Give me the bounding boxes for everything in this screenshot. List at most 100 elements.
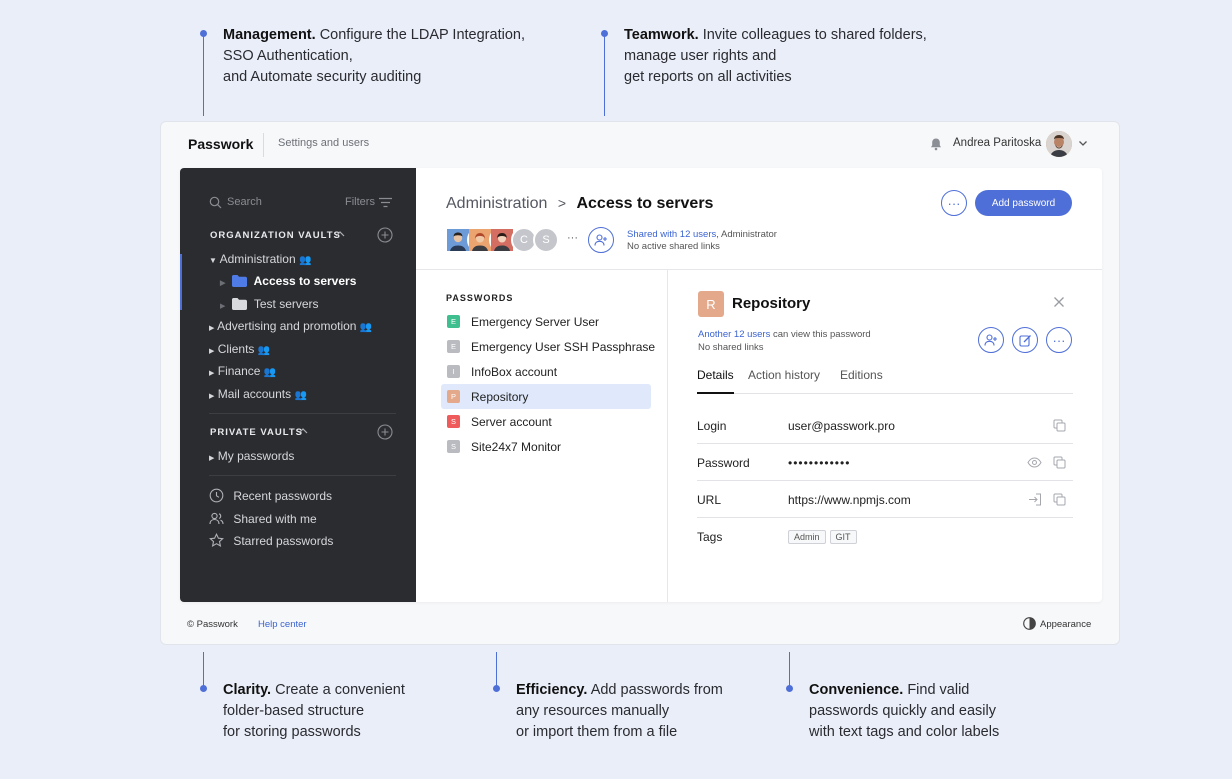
password-name: Emergency Server User (471, 314, 600, 329)
breadcrumb-parent[interactable]: Administration (446, 195, 547, 212)
share-user-button[interactable] (978, 327, 1004, 353)
appearance-icon[interactable] (1023, 617, 1036, 630)
password-item[interactable]: E Emergency Server User (441, 309, 651, 334)
chevron-down-icon[interactable] (1078, 138, 1088, 148)
copy-icon[interactable] (1053, 456, 1066, 469)
password-item[interactable]: S Site24x7 Monitor (441, 434, 651, 459)
copyright: © Passwork (187, 619, 238, 630)
sidebar-item-my-passwords[interactable]: ▶ My passwords (209, 449, 294, 463)
star-icon (209, 533, 224, 548)
tab-editions[interactable]: Editions (840, 368, 883, 382)
clock-icon (209, 488, 224, 503)
feature-efficiency: Efficiency. Add passwords from any resou… (493, 652, 763, 762)
user-name[interactable]: Andrea Paritoska (953, 137, 1041, 149)
private-vaults-header[interactable]: PRIVATE VAULTS (210, 427, 303, 438)
url-link[interactable]: https://www.npmjs.com (788, 493, 911, 507)
org-vaults-header[interactable]: ORGANIZATION VAULTS (210, 230, 341, 241)
close-icon[interactable] (1053, 296, 1065, 308)
brand-logo[interactable]: Passwork (188, 136, 253, 152)
divider (263, 133, 264, 157)
sidebar-folder-test-servers[interactable]: ▶ Test servers (220, 297, 319, 311)
caret-right-icon: ▶ (209, 455, 215, 462)
password-value[interactable]: •••••••••••• (788, 456, 850, 470)
feature-title: Convenience. (809, 682, 904, 698)
more-users-icon[interactable]: ··· (567, 232, 578, 244)
add-password-button[interactable]: Add password (975, 190, 1072, 216)
field-password: Password •••••••••••• (697, 444, 1073, 481)
folder-label: Test servers (253, 297, 319, 311)
divider (209, 475, 396, 476)
sidebar-item-finance[interactable]: ▶ Finance 👥 (209, 364, 276, 378)
eye-icon[interactable] (1027, 457, 1042, 468)
password-item[interactable]: I InfoBox account (441, 359, 651, 384)
field-label: Tags (697, 530, 723, 544)
login-value[interactable]: user@passwork.pro (788, 419, 895, 433)
password-color-badge: S (447, 440, 460, 453)
sidebar-item-clients[interactable]: ▶ Clients 👥 (209, 342, 270, 356)
sidebar-item-advertising[interactable]: ▶ Advertising and promotion 👥 (209, 319, 372, 333)
avatar[interactable] (1046, 131, 1072, 157)
add-vault-icon[interactable] (377, 227, 393, 243)
password-color-badge: E (447, 340, 460, 353)
breadcrumb-separator: > (557, 195, 567, 211)
caret-right-icon: ▶ (220, 280, 226, 287)
open-link-icon[interactable] (1028, 493, 1042, 506)
avatar-initial[interactable]: S (533, 227, 559, 253)
chevron-up-icon[interactable] (298, 427, 308, 435)
caret-right-icon: ▶ (220, 303, 226, 310)
feature-line: Create a convenient (275, 682, 405, 698)
field-label: Password (697, 456, 750, 470)
tag[interactable]: GIT (829, 530, 857, 544)
sidebar-folder-access-to-servers[interactable]: ▶ Access to servers (220, 274, 356, 288)
copy-icon[interactable] (1053, 493, 1066, 506)
tab-details[interactable]: Details (697, 368, 734, 394)
copy-icon[interactable] (1053, 419, 1066, 432)
password-item[interactable]: P Repository (441, 384, 651, 409)
filter-icon[interactable] (379, 197, 392, 208)
chevron-up-icon[interactable] (335, 230, 345, 238)
tag[interactable]: Admin (788, 530, 826, 544)
caret-right-icon: ▶ (209, 325, 215, 332)
sidebar-item-mail-accounts[interactable]: ▶ Mail accounts 👥 (209, 387, 307, 401)
appearance-button[interactable]: Appearance (1040, 619, 1091, 630)
feature-title: Clarity. (223, 682, 272, 698)
sidebar-item-starred[interactable]: Starred passwords (209, 533, 333, 548)
add-vault-icon[interactable] (377, 424, 393, 440)
feature-line: SSO Authentication, (223, 48, 353, 64)
feature-convenience: Convenience. Find valid passwords quickl… (786, 652, 1086, 762)
more-button[interactable]: ··· (941, 190, 967, 216)
feature-line: for storing passwords (223, 724, 361, 740)
feature-line: Configure the LDAP Integration, (319, 27, 525, 43)
settings-link[interactable]: Settings and users (278, 137, 369, 149)
passwords-heading: PASSWORDS (446, 293, 514, 303)
add-user-button[interactable] (588, 227, 614, 253)
main-content: Administration > Access to servers ··· A… (416, 168, 1102, 602)
password-item[interactable]: E Emergency User SSH Passphrase (441, 334, 655, 359)
sidebar-item-label: Administration (219, 252, 296, 266)
more-button[interactable]: ··· (1046, 327, 1072, 353)
viewers-text: can view this password (770, 329, 871, 340)
filters-button[interactable]: Filters (345, 196, 375, 208)
users-icon: 👥 (294, 390, 307, 401)
folder-icon (231, 298, 247, 310)
password-item[interactable]: S Server account (441, 409, 651, 434)
folder-label: Access to servers (253, 274, 357, 288)
tab-action-history[interactable]: Action history (748, 368, 820, 382)
users-icon: 👥 (359, 322, 373, 333)
help-center-link[interactable]: Help center (258, 619, 307, 630)
sidebar-item-recent[interactable]: Recent passwords (209, 488, 332, 503)
feature-line: manage user rights and (624, 48, 777, 64)
feature-title: Teamwork. (624, 27, 699, 43)
edit-button[interactable] (1012, 327, 1038, 353)
bell-icon[interactable] (929, 137, 943, 151)
password-name: Server account (471, 414, 552, 429)
feature-teamwork: Teamwork. Invite colleagues to shared fo… (601, 0, 981, 116)
search-icon (209, 196, 222, 209)
shared-users-link[interactable]: Shared with 12 users (627, 229, 716, 240)
sidebar-item-administration[interactable]: ▼ Administration 👥 (209, 252, 311, 266)
search-input[interactable]: Search (227, 196, 262, 208)
sidebar-item-shared[interactable]: Shared with me (209, 511, 317, 526)
viewers-link[interactable]: Another 12 users (698, 329, 770, 340)
feature-line: folder-based structure (223, 703, 365, 719)
detail-tabs: Details Action history Editions (697, 368, 1073, 394)
